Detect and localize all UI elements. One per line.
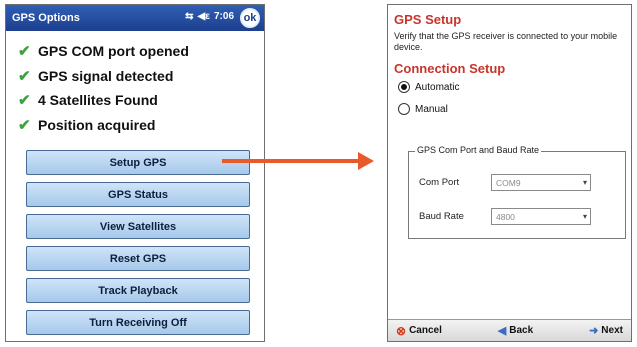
- gps-status-button[interactable]: GPS Status: [26, 182, 250, 207]
- com-port-groupbox: GPS Com Port and Baud Rate Com Port COM9…: [408, 145, 626, 239]
- turn-receiving-off-button[interactable]: Turn Receiving Off: [26, 310, 250, 335]
- check-icon: ✔: [18, 92, 31, 110]
- radio-selected-icon[interactable]: [398, 81, 410, 93]
- status-item: ✔ GPS COM port opened: [18, 39, 264, 64]
- com-port-row: Com Port COM9 ▾: [419, 174, 591, 191]
- options-button-column: Setup GPS GPS Status View Satellites Res…: [26, 150, 250, 341]
- system-tray: ⇆ ◀ε 7:06: [185, 11, 234, 22]
- connectivity-icon[interactable]: ⇆: [185, 11, 193, 22]
- setup-description: Verify that the GPS receiver is connecte…: [394, 31, 618, 52]
- baud-rate-row: Baud Rate 4800 ▾: [419, 208, 591, 225]
- cancel-button[interactable]: ⊗ Cancel: [396, 324, 442, 338]
- status-item: ✔ Position acquired: [18, 113, 264, 138]
- gps-setup-screen: GPS Setup Verify that the GPS receiver i…: [387, 4, 632, 342]
- check-icon: ✔: [18, 67, 31, 85]
- com-port-label: Com Port: [419, 177, 460, 188]
- back-button[interactable]: ◀ Back: [498, 324, 533, 337]
- radio-manual[interactable]: Manual: [388, 98, 631, 120]
- next-label: Next: [601, 325, 623, 336]
- setup-gps-button[interactable]: Setup GPS: [26, 150, 250, 175]
- status-label: Position acquired: [38, 116, 156, 133]
- check-icon: ✔: [18, 43, 31, 61]
- page-title: GPS Setup: [394, 12, 462, 27]
- radio-automatic[interactable]: Automatic: [388, 76, 631, 98]
- status-item: ✔ 4 Satellites Found: [18, 88, 264, 113]
- section-title: Connection Setup: [394, 61, 506, 76]
- dropdown-icon[interactable]: ▾: [583, 212, 587, 221]
- status-label: GPS signal detected: [38, 67, 174, 84]
- ok-icon[interactable]: ok: [240, 8, 260, 28]
- com-port-value: COM9: [496, 177, 521, 188]
- window-title: GPS Options: [12, 12, 80, 24]
- clock[interactable]: 7:06: [214, 11, 234, 22]
- track-playback-button[interactable]: Track Playback: [26, 278, 250, 303]
- com-port-select[interactable]: COM9 ▾: [491, 174, 591, 191]
- cancel-icon: ⊗: [396, 323, 407, 338]
- radio-automatic-label: Automatic: [415, 81, 460, 93]
- status-item: ✔ GPS signal detected: [18, 64, 264, 89]
- transition-arrow-head: [358, 152, 374, 170]
- next-button[interactable]: ➜ Next: [589, 324, 623, 337]
- view-satellites-button[interactable]: View Satellites: [26, 214, 250, 239]
- baud-rate-label: Baud Rate: [419, 211, 464, 222]
- cancel-label: Cancel: [409, 325, 442, 336]
- radio-manual-label: Manual: [415, 103, 448, 115]
- title-bar: GPS Options ⇆ ◀ε 7:06 ok: [6, 5, 264, 31]
- softkey-bar: ⊗ Cancel ◀ Back ➜ Next: [388, 319, 631, 341]
- volume-icon[interactable]: ◀ε: [198, 11, 210, 22]
- back-label: Back: [509, 325, 534, 336]
- status-label: 4 Satellites Found: [38, 92, 158, 109]
- dropdown-icon[interactable]: ▾: [583, 178, 587, 187]
- transition-arrow-line: [222, 159, 362, 163]
- back-icon: ◀: [497, 325, 507, 337]
- next-icon: ➜: [589, 325, 599, 337]
- baud-rate-select[interactable]: 4800 ▾: [491, 208, 591, 225]
- groupbox-title: GPS Com Port and Baud Rate: [415, 145, 542, 155]
- check-icon: ✔: [18, 116, 31, 134]
- reset-gps-button[interactable]: Reset GPS: [26, 246, 250, 271]
- status-list: ✔ GPS COM port opened ✔ GPS signal detec…: [6, 31, 264, 137]
- baud-rate-value: 4800: [496, 211, 515, 222]
- radio-unselected-icon[interactable]: [398, 103, 410, 115]
- status-label: GPS COM port opened: [38, 43, 189, 60]
- gps-options-screen: GPS Options ⇆ ◀ε 7:06 ok ✔ GPS COM port …: [5, 4, 265, 342]
